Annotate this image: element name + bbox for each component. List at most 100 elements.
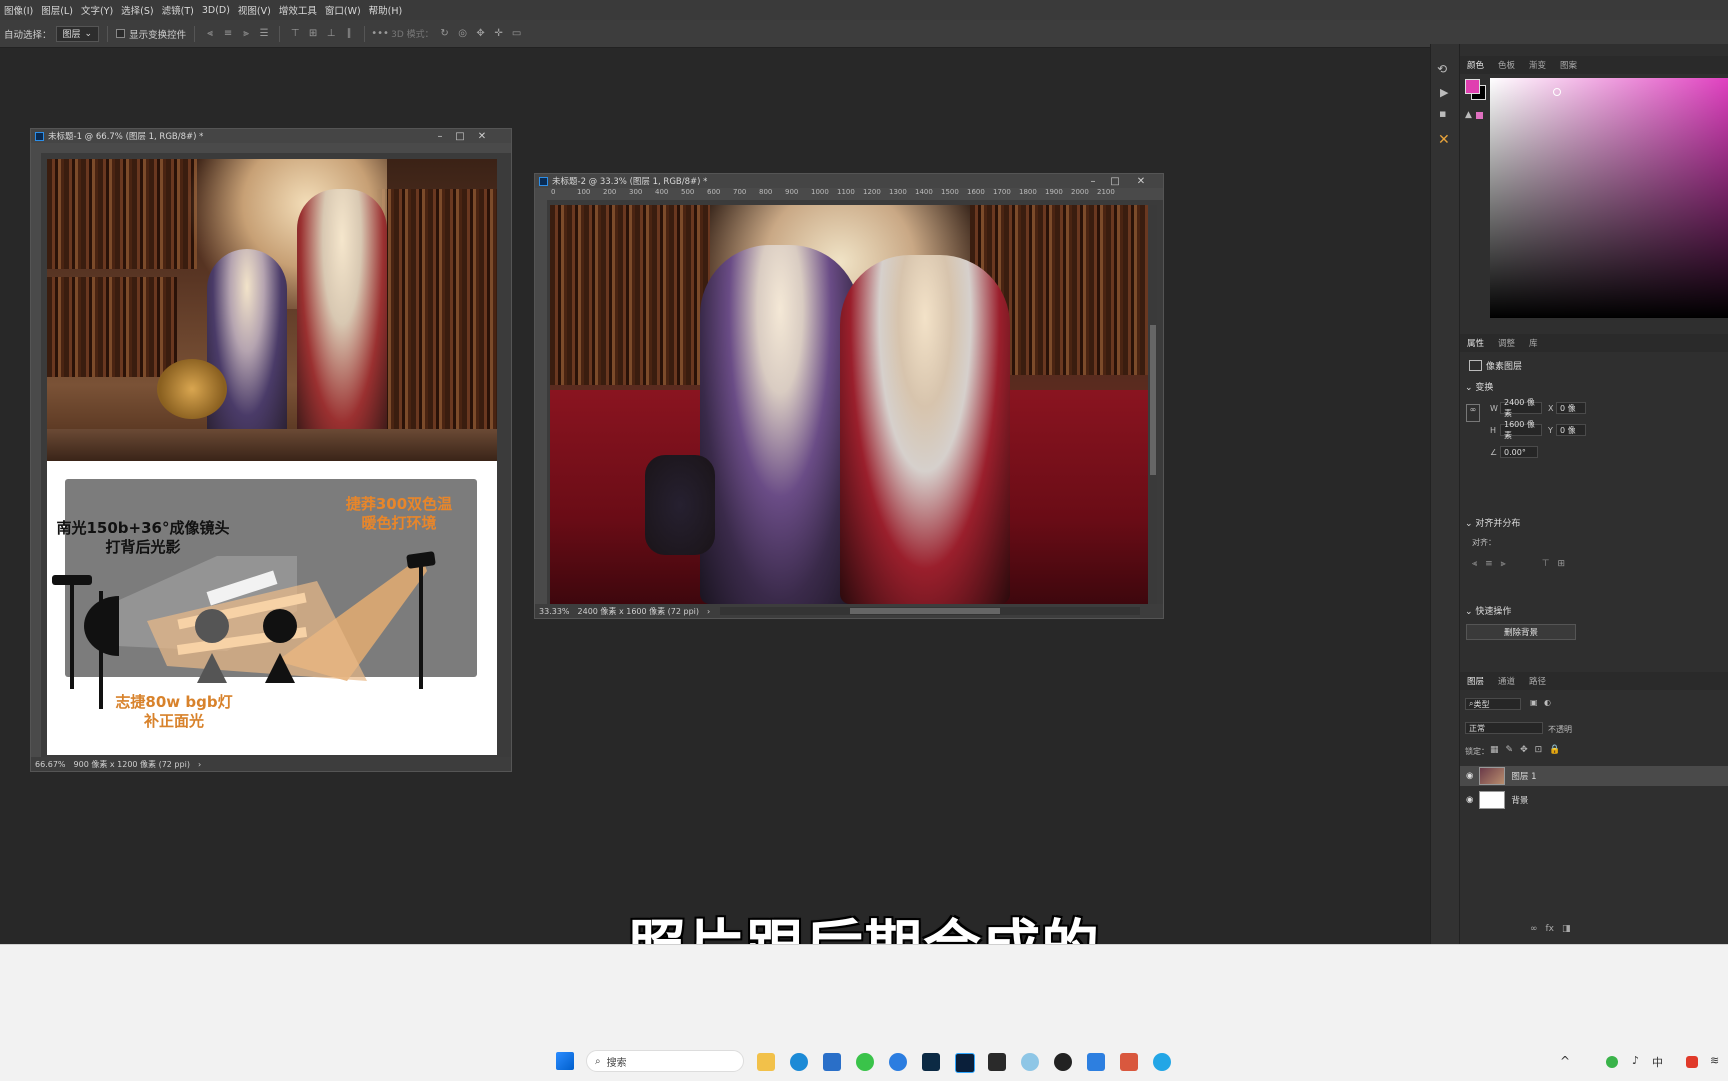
slide-icon[interactable]: ✛ bbox=[492, 27, 506, 41]
lock-all-icon[interactable]: 🔒 bbox=[1549, 745, 1560, 755]
tab-patterns[interactable]: 图案 bbox=[1553, 59, 1584, 71]
align-middle-icon[interactable]: ⊞ bbox=[1558, 559, 1566, 569]
quick-actions-toggle[interactable]: ⌄ 快速操作 bbox=[1465, 604, 1511, 617]
menu-plugins[interactable]: 增效工具 bbox=[275, 3, 321, 17]
filter-pixel-icon[interactable]: ▣ bbox=[1530, 698, 1538, 707]
menu-type[interactable]: 文字(Y) bbox=[77, 3, 117, 17]
wifi-icon[interactable]: ≋ bbox=[1710, 1054, 1719, 1067]
menu-filter[interactable]: 滤镜(T) bbox=[158, 3, 198, 17]
comment-icon[interactable]: ▪ bbox=[1439, 107, 1446, 120]
lock-move-icon[interactable]: ✥ bbox=[1520, 745, 1528, 755]
layer-name[interactable]: 背景 bbox=[1511, 794, 1528, 806]
align-center-icon[interactable]: ≡ bbox=[1485, 559, 1493, 569]
websafe-swatch[interactable] bbox=[1476, 112, 1483, 119]
eye-icon[interactable]: ◉ bbox=[1466, 771, 1473, 781]
eye-icon[interactable]: ◉ bbox=[1466, 795, 1473, 805]
align-left-icon[interactable]: ⫷ bbox=[1472, 559, 1477, 569]
ime-icon[interactable]: 中 bbox=[1652, 1054, 1663, 1070]
close-icon[interactable]: ✕ bbox=[1132, 174, 1150, 188]
file-explorer-icon[interactable] bbox=[757, 1053, 775, 1071]
width-field[interactable]: 2400 像素 bbox=[1500, 398, 1542, 418]
app-k-icon[interactable] bbox=[889, 1053, 907, 1071]
lock-paint-icon[interactable]: ✎ bbox=[1506, 745, 1514, 755]
transform-section-toggle[interactable]: ⌄ 变换 bbox=[1465, 380, 1493, 393]
start-icon[interactable] bbox=[556, 1052, 574, 1070]
align-left-icon[interactable]: ⫷ bbox=[203, 27, 217, 41]
menu-image[interactable]: 图像(I) bbox=[0, 3, 37, 17]
x-field[interactable]: 0 像 bbox=[1556, 402, 1586, 414]
blend-mode-dropdown[interactable]: 正常 bbox=[1465, 722, 1543, 734]
app-mail-icon[interactable] bbox=[1087, 1053, 1105, 1071]
app-chat-icon[interactable] bbox=[1153, 1053, 1171, 1071]
scrollbar-thumb[interactable] bbox=[1150, 325, 1156, 475]
layer-row[interactable]: ◉ 图层 1 bbox=[1460, 766, 1728, 786]
menu-view[interactable]: 视图(V) bbox=[234, 3, 275, 17]
photoshop-icon[interactable] bbox=[955, 1053, 975, 1073]
canvas[interactable]: 南光150b+36°成像镜头 打背后光影 捷莽300双色温 暖色打环境 志捷80… bbox=[47, 159, 497, 755]
play-icon[interactable]: ▶ bbox=[1440, 86, 1448, 99]
tab-properties[interactable]: 属性 bbox=[1460, 337, 1491, 349]
layer-filter-dropdown[interactable]: ⌕ 类型 bbox=[1465, 698, 1521, 710]
document-title-bar[interactable]: 未标题-2 @ 33.3% (图层 1, RGB/8#) * bbox=[535, 174, 1163, 188]
foreground-color-swatch[interactable] bbox=[1465, 79, 1480, 94]
canvas[interactable] bbox=[550, 205, 1148, 604]
align-section-toggle[interactable]: ⌄ 对齐并分布 bbox=[1465, 516, 1520, 529]
zoom-value[interactable]: 66.67% bbox=[35, 760, 66, 769]
color-picker-field[interactable] bbox=[1490, 78, 1728, 318]
align-top-icon[interactable]: ⊤ bbox=[1542, 559, 1550, 569]
tab-swatches[interactable]: 色板 bbox=[1491, 59, 1522, 71]
tab-color[interactable]: 颜色 bbox=[1460, 59, 1491, 71]
more-icon[interactable]: ••• bbox=[371, 27, 389, 41]
menu-layer[interactable]: 图层(L) bbox=[37, 3, 77, 17]
tray-security-icon[interactable] bbox=[1686, 1056, 1698, 1068]
menu-help[interactable]: 帮助(H) bbox=[365, 3, 407, 17]
angle-field[interactable]: 0.00° bbox=[1500, 446, 1538, 458]
document-window-2[interactable]: 未标题-2 @ 33.3% (图层 1, RGB/8#) * – □ ✕ 0 1… bbox=[534, 173, 1164, 619]
close-icon[interactable]: ✕ bbox=[473, 129, 491, 143]
edge-icon[interactable] bbox=[790, 1053, 808, 1071]
obs-icon[interactable] bbox=[1054, 1053, 1072, 1071]
layer-name[interactable]: 图层 1 bbox=[1511, 770, 1536, 782]
scrollbar-thumb[interactable] bbox=[850, 608, 1000, 614]
orbit-icon[interactable]: ↻ bbox=[438, 27, 452, 41]
lightroom-icon[interactable] bbox=[922, 1053, 940, 1071]
zoom-value[interactable]: 33.33% bbox=[539, 607, 570, 616]
align-top-icon[interactable]: ⊤ bbox=[288, 27, 302, 41]
vertical-scrollbar[interactable] bbox=[1149, 205, 1157, 604]
distribute-vertical-icon[interactable]: ∥ bbox=[342, 27, 356, 41]
history-icon[interactable]: ⟲ bbox=[1437, 62, 1447, 76]
tab-libraries[interactable]: 库 bbox=[1522, 337, 1545, 349]
tab-adjustments[interactable]: 调整 bbox=[1491, 337, 1522, 349]
document-window-1[interactable]: 未标题-1 @ 66.7% (图层 1, RGB/8#) * – □ ✕ 南光1… bbox=[30, 128, 512, 772]
minimize-icon[interactable]: – bbox=[1084, 174, 1102, 188]
align-right-icon[interactable]: ⫸ bbox=[239, 27, 253, 41]
align-right-icon[interactable]: ⫸ bbox=[1501, 559, 1506, 569]
tab-gradients[interactable]: 渐变 bbox=[1522, 59, 1553, 71]
align-center-icon[interactable]: ≡ bbox=[221, 27, 235, 41]
link-icon[interactable]: ∞ bbox=[1466, 404, 1480, 422]
wechat-icon[interactable] bbox=[856, 1053, 874, 1071]
chevron-right-icon[interactable]: › bbox=[198, 760, 201, 769]
lock-transparent-icon[interactable]: ▦ bbox=[1490, 745, 1499, 755]
y-field[interactable]: 0 像 bbox=[1556, 424, 1586, 436]
show-transform-checkbox[interactable] bbox=[116, 29, 126, 38]
davinci-icon[interactable] bbox=[988, 1053, 1006, 1071]
menu-window[interactable]: 窗口(W) bbox=[321, 3, 365, 17]
roll-icon[interactable]: ◎ bbox=[456, 27, 470, 41]
filter-adjust-icon[interactable]: ◐ bbox=[1544, 698, 1551, 707]
maximize-icon[interactable]: □ bbox=[1106, 174, 1124, 188]
layer-row[interactable]: ◉ 背景 bbox=[1460, 790, 1728, 810]
store-icon[interactable] bbox=[823, 1053, 841, 1071]
distribute-icon[interactable]: ☰ bbox=[257, 27, 271, 41]
tab-channels[interactable]: 通道 bbox=[1491, 675, 1522, 687]
tab-paths[interactable]: 路径 bbox=[1522, 675, 1553, 687]
height-field[interactable]: 1600 像素 bbox=[1500, 420, 1542, 440]
mic-icon[interactable]: ♪ bbox=[1632, 1054, 1639, 1067]
app-folder-icon[interactable] bbox=[1120, 1053, 1138, 1071]
lock-artboard-icon[interactable]: ⊡ bbox=[1535, 745, 1543, 755]
tools-icon[interactable]: ✕ bbox=[1438, 132, 1450, 148]
maximize-icon[interactable]: □ bbox=[451, 129, 469, 143]
menu-select[interactable]: 选择(S) bbox=[117, 3, 157, 17]
minimize-icon[interactable]: – bbox=[431, 129, 449, 143]
chevron-right-icon[interactable]: › bbox=[707, 607, 710, 616]
